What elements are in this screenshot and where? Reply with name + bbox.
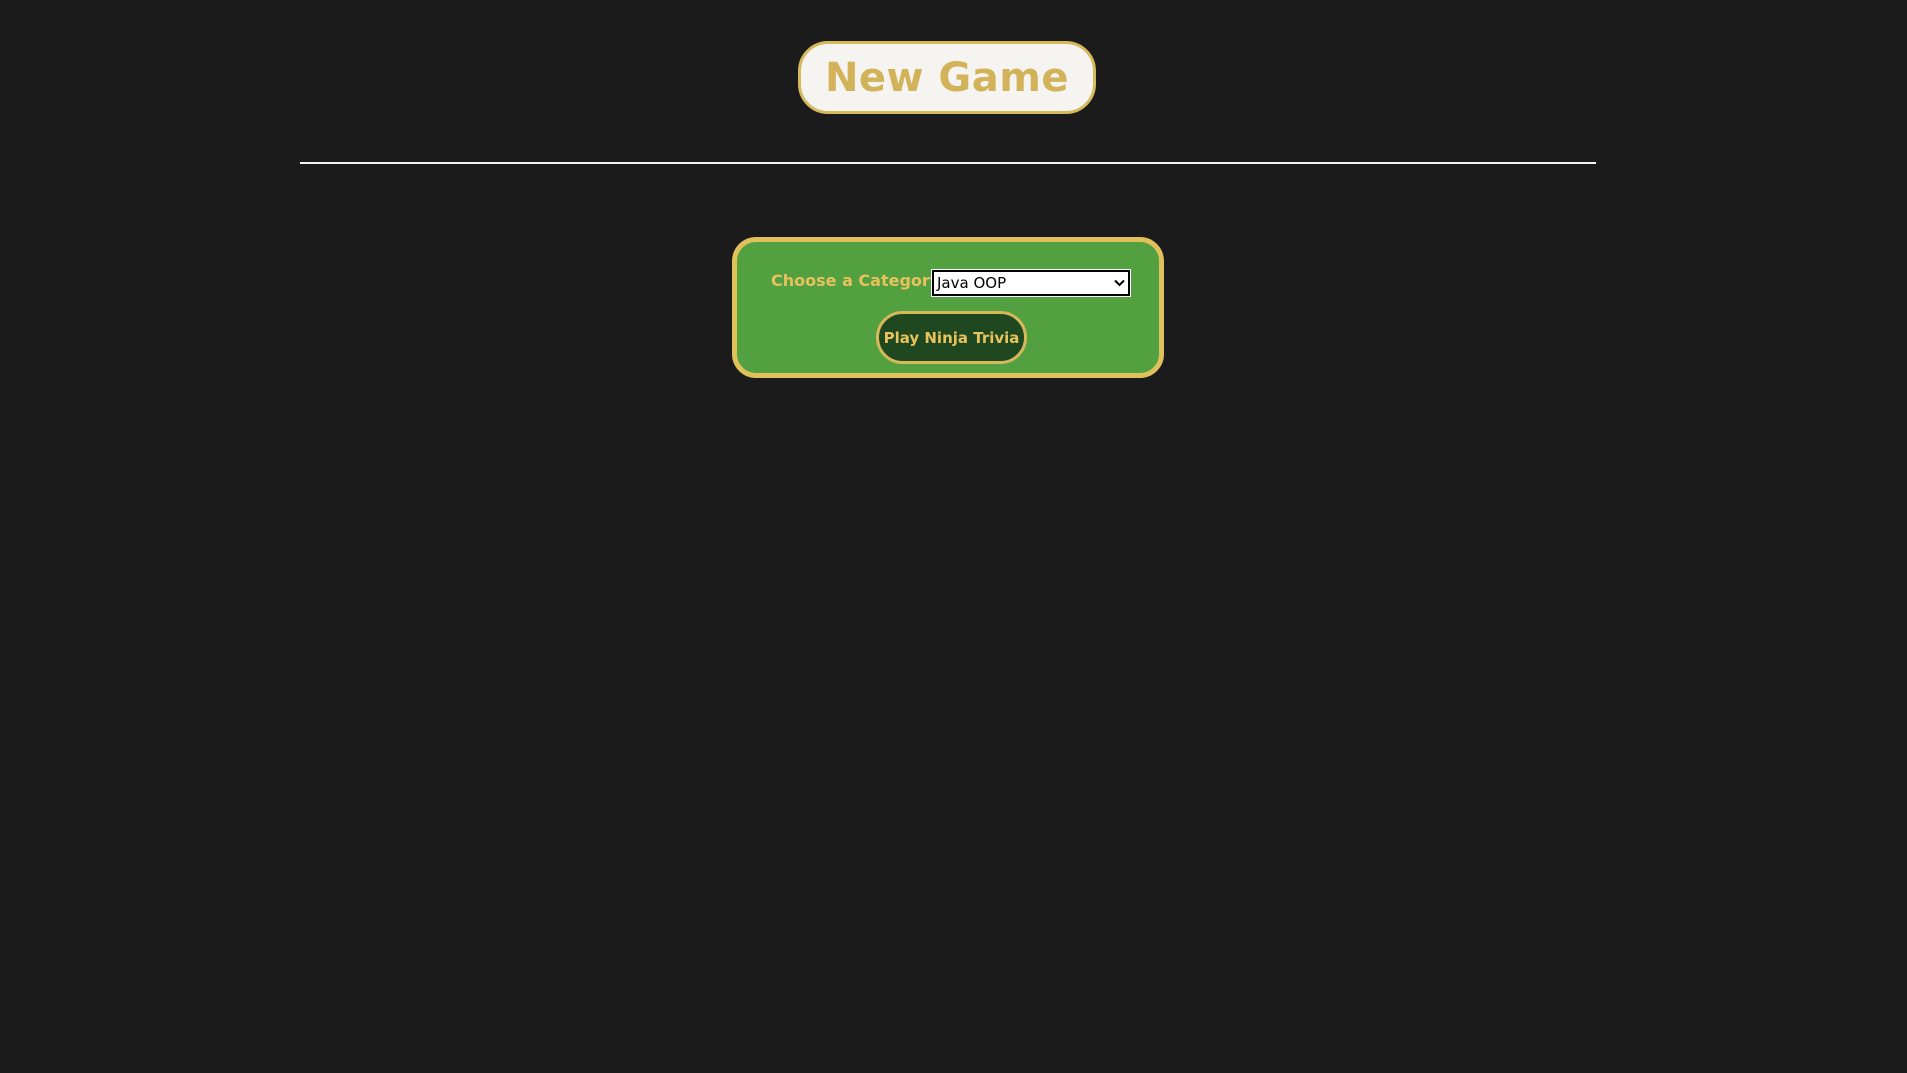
category-form-panel: Choose a Category Java OOP Play Ninja Tr… — [732, 237, 1164, 378]
new-game-heading: New Game — [798, 41, 1096, 114]
category-label: Choose a Category — [771, 271, 941, 290]
horizontal-divider — [300, 162, 1596, 164]
play-ninja-trivia-button[interactable]: Play Ninja Trivia — [876, 311, 1027, 364]
new-game-title: New Game — [824, 54, 1070, 101]
page: New Game Choose a Category Java OOP Play… — [0, 0, 1907, 1073]
category-selected-value: Java OOP — [937, 274, 1007, 292]
play-button-label: Play Ninja Trivia — [883, 328, 1020, 347]
category-select[interactable]: Java OOP — [931, 269, 1131, 297]
chevron-down-icon — [1114, 278, 1125, 289]
